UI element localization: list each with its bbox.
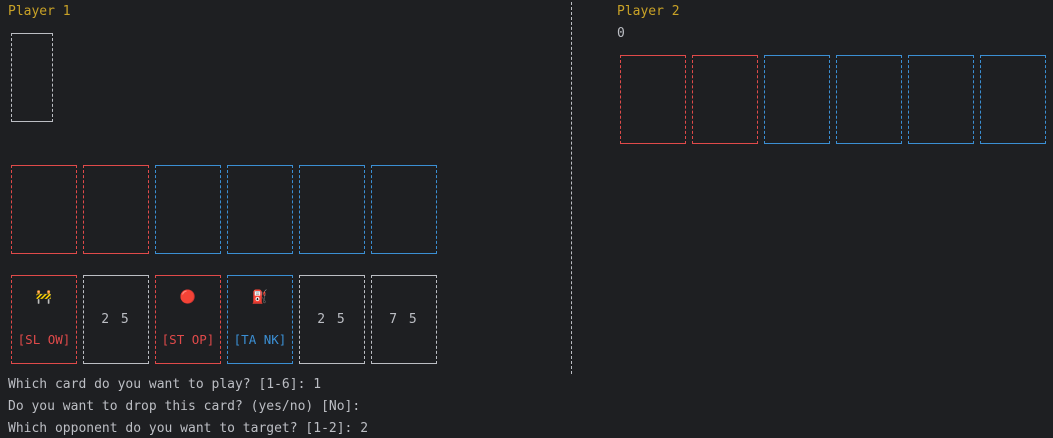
card-label: [ST OP] [161,332,215,347]
card-label: [SL OW] [17,332,71,347]
player2-title: Player 2 [617,4,680,19]
player1-board-slot-3 [155,165,221,254]
card-value: 7 5 [389,312,419,327]
board-divider [571,2,572,374]
hand-card-2[interactable]: 2 5 [83,275,149,364]
player2-board-slot-5 [908,55,974,144]
hand-card-4[interactable]: ⛽ [TA NK] [227,275,293,364]
player2-board-slot-4 [836,55,902,144]
player2-board-slot-6 [980,55,1046,144]
player1-title: Player 1 [8,4,71,19]
fuel-pump-icon: ⛽ [251,290,269,305]
player2-board-slot-3 [764,55,830,144]
player1-board-slot-2 [83,165,149,254]
prompt-target-opponent: Which opponent do you want to target? [1… [8,421,369,436]
card-value: 2 5 [101,312,131,327]
hand-card-1[interactable]: 🚧 [SL OW] [11,275,77,364]
stop-icon: 🔴 [179,290,197,305]
prompt-play-card: Which card do you want to play? [1-6]: 1 [8,377,322,392]
roadblock-icon: 🚧 [35,290,53,305]
player2-board-slot-1 [620,55,686,144]
prompt-drop-card: Do you want to drop this card? (yes/no) … [8,399,361,414]
player1-deck-slot [11,33,53,122]
hand-card-3[interactable]: 🔴 [ST OP] [155,275,221,364]
player1-board-slot-6 [371,165,437,254]
hand-card-5[interactable]: 2 5 [299,275,365,364]
card-label: [TA NK] [233,332,287,347]
player1-board-slot-4 [227,165,293,254]
player2-board-slot-2 [692,55,758,144]
player1-board-slot-1 [11,165,77,254]
player2-score: 0 [617,26,625,41]
card-value: 2 5 [317,312,347,327]
hand-card-6[interactable]: 7 5 [371,275,437,364]
player1-board-slot-5 [299,165,365,254]
